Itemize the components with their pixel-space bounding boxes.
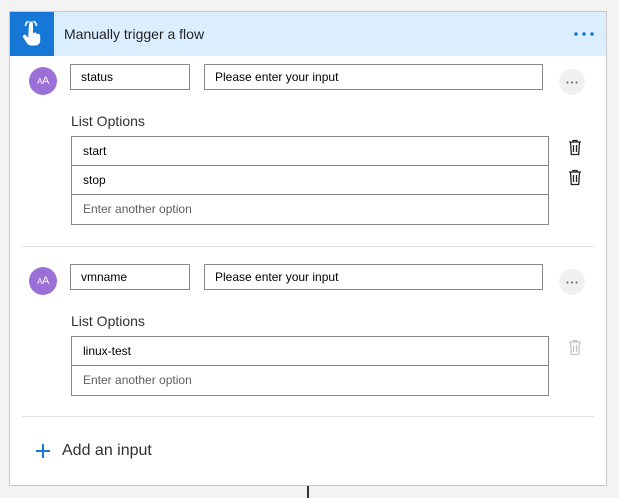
input-description-field[interactable] — [204, 264, 543, 290]
trash-icon[interactable] — [568, 169, 584, 187]
list-options-box: start stop Enter another option — [71, 136, 549, 225]
trigger-title: Manually trigger a flow — [64, 26, 205, 42]
flow-connector — [307, 486, 309, 498]
trigger-card: Manually trigger a flow AA AA List Optio… — [9, 11, 607, 486]
list-option[interactable]: start — [72, 137, 548, 166]
input-more-button[interactable] — [559, 69, 585, 95]
new-option-input[interactable]: Enter another option — [72, 366, 548, 395]
more-horizontal-icon — [566, 281, 578, 283]
add-input-button[interactable]: Add an input — [36, 440, 152, 462]
list-option[interactable]: stop — [72, 166, 548, 195]
divider — [22, 416, 594, 417]
list-options-label: List Options — [71, 113, 145, 129]
divider — [22, 246, 594, 247]
input-more-button[interactable] — [559, 269, 585, 295]
avatar: AA AA — [29, 267, 57, 295]
more-horizontal-icon — [566, 81, 578, 83]
trash-icon — [568, 339, 584, 357]
new-option-input[interactable]: Enter another option — [72, 195, 548, 224]
plus-icon — [36, 440, 54, 462]
avatar: AA AA — [29, 67, 57, 95]
add-input-label: Add an input — [62, 442, 152, 459]
trigger-header[interactable]: Manually trigger a flow — [10, 12, 606, 56]
list-options-label: List Options — [71, 313, 145, 329]
list-option[interactable]: linux-test — [72, 337, 548, 366]
input-description-field[interactable] — [204, 64, 543, 90]
input-name-field[interactable] — [70, 264, 190, 290]
hand-tap-icon — [10, 12, 54, 56]
trash-icon[interactable] — [568, 139, 584, 157]
more-horizontal-icon[interactable] — [572, 22, 596, 46]
list-options-box: linux-test Enter another option — [71, 336, 549, 396]
input-name-field[interactable] — [70, 64, 190, 90]
